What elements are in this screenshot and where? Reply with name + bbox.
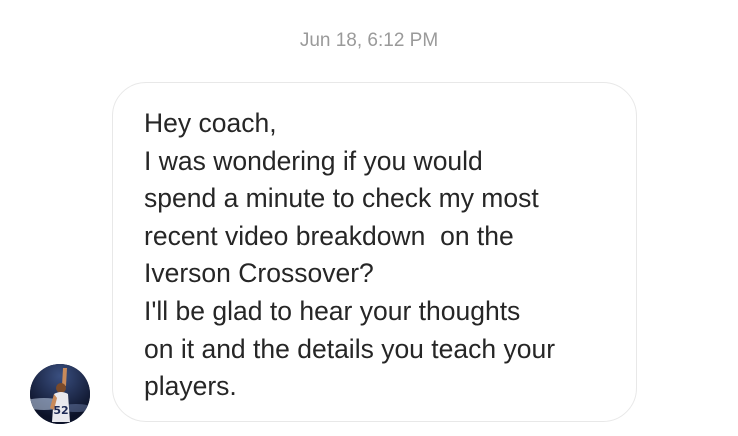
message-text: Hey coach, I was wondering if you would …	[144, 108, 556, 402]
avatar-jersey-number: 52	[53, 404, 68, 417]
message-timestamp: Jun 18, 6:12 PM	[299, 30, 439, 51]
sender-avatar[interactable]: 52	[30, 364, 90, 424]
message-bubble[interactable]: Hey coach, I was wondering if you would …	[112, 82, 637, 422]
avatar-photo-icon: 52	[30, 364, 90, 424]
